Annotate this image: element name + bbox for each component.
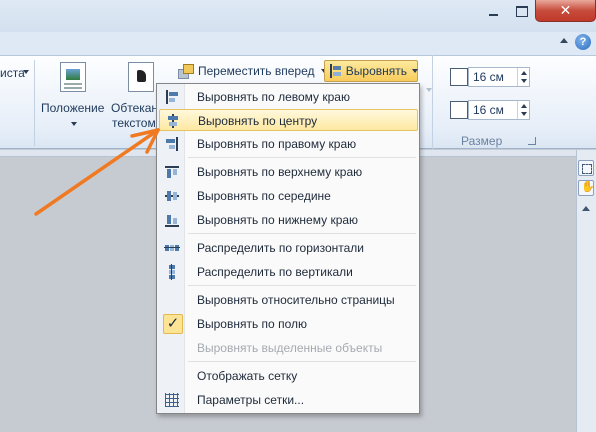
align-button[interactable]: Выровнять xyxy=(324,60,418,82)
chevron-down-icon[interactable] xyxy=(23,70,29,74)
align-left-icon xyxy=(164,89,180,105)
menu-item-distribute-horizontal[interactable]: Распределить по горизонтали xyxy=(159,237,418,259)
wrap-text-icon[interactable] xyxy=(128,62,154,92)
align-icon xyxy=(329,64,342,78)
menu-item-show-grid[interactable]: Отображать сетку xyxy=(159,365,418,387)
size-group-label: Размер xyxy=(461,134,503,148)
align-top-icon xyxy=(164,164,180,180)
ribbon-separator xyxy=(432,55,433,149)
ribbon-tab-strip xyxy=(0,32,596,55)
maximize-button[interactable] xyxy=(507,0,535,22)
align-right-icon xyxy=(164,136,180,152)
width-field[interactable]: 16 см xyxy=(468,100,530,120)
menu-item-align-to-margin[interactable]: ✓ Выровнять по полю xyxy=(159,313,418,335)
menu-item-grid-settings[interactable]: Параметры сетки... xyxy=(159,389,418,411)
grid-icon xyxy=(164,392,180,408)
minimize-ribbon-icon[interactable] xyxy=(560,38,568,43)
height-field[interactable]: 16 см xyxy=(468,67,530,87)
shape-height-icon xyxy=(450,68,468,86)
menu-item-align-to-page[interactable]: Выровнять относительно страницы xyxy=(159,289,418,311)
dialog-launcher-icon[interactable] xyxy=(528,137,536,145)
position-button-label[interactable]: Положение xyxy=(41,101,104,115)
distribute-vertical-icon xyxy=(164,264,180,280)
bring-forward-icon xyxy=(178,64,194,79)
menu-item-distribute-vertical[interactable]: Распределить по вертикали xyxy=(159,261,418,283)
width-spinner[interactable] xyxy=(517,101,529,119)
close-icon: ✕ xyxy=(559,2,572,18)
distribute-horizontal-icon xyxy=(164,240,180,256)
align-button-label: Выровнять xyxy=(345,64,407,78)
checkmark-icon: ✓ xyxy=(163,314,183,334)
menu-item-align-bottom[interactable]: Выровнять по нижнему краю xyxy=(159,209,418,231)
height-value: 16 см xyxy=(473,70,504,84)
menu-separator xyxy=(188,361,416,362)
menu-separator xyxy=(188,285,416,286)
ribbon-separator xyxy=(34,60,35,146)
menu-separator xyxy=(188,157,416,158)
align-middle-icon xyxy=(164,188,180,204)
select-objects-icon[interactable] xyxy=(578,160,594,176)
hand-pan-icon[interactable] xyxy=(578,180,595,196)
chevron-down-icon xyxy=(412,69,418,73)
minimize-button[interactable] xyxy=(480,0,506,22)
menu-item-align-middle[interactable]: Выровнять по середине xyxy=(159,185,418,207)
menu-item-align-center[interactable]: Выровнять по центру xyxy=(159,109,418,131)
menu-item-align-selected-objects: Выровнять выделенные объекты xyxy=(197,341,383,355)
position-icon[interactable] xyxy=(60,62,86,92)
wrap-text-button-label-line2[interactable]: текстом xyxy=(112,116,156,130)
align-center-icon xyxy=(165,113,181,129)
bring-forward-button[interactable]: Переместить вперед xyxy=(174,60,329,82)
close-button[interactable]: ✕ xyxy=(535,0,596,22)
chevron-down-icon[interactable] xyxy=(71,122,77,126)
menu-item-align-right[interactable]: Выровнять по правому краю xyxy=(159,133,418,155)
shape-width-icon xyxy=(450,101,468,119)
bring-forward-label: Переместить вперед xyxy=(198,64,315,78)
wrap-text-button-label-line1[interactable]: Обтекан xyxy=(111,101,158,115)
menu-item-align-top[interactable]: Выровнять по верхнему краю xyxy=(159,161,418,183)
align-dropdown-menu: Выровнять по левому краю Выровнять по це… xyxy=(156,83,420,414)
ribbon-fragment-label[interactable]: иста xyxy=(0,66,25,80)
menu-item-align-left[interactable]: Выровнять по левому краю xyxy=(159,86,418,108)
help-icon[interactable]: ? xyxy=(575,34,591,50)
width-value: 16 см xyxy=(473,103,504,117)
align-bottom-icon xyxy=(164,212,180,228)
menu-separator xyxy=(188,233,416,234)
scroll-up-icon[interactable] xyxy=(582,206,590,211)
height-spinner[interactable] xyxy=(517,68,529,86)
